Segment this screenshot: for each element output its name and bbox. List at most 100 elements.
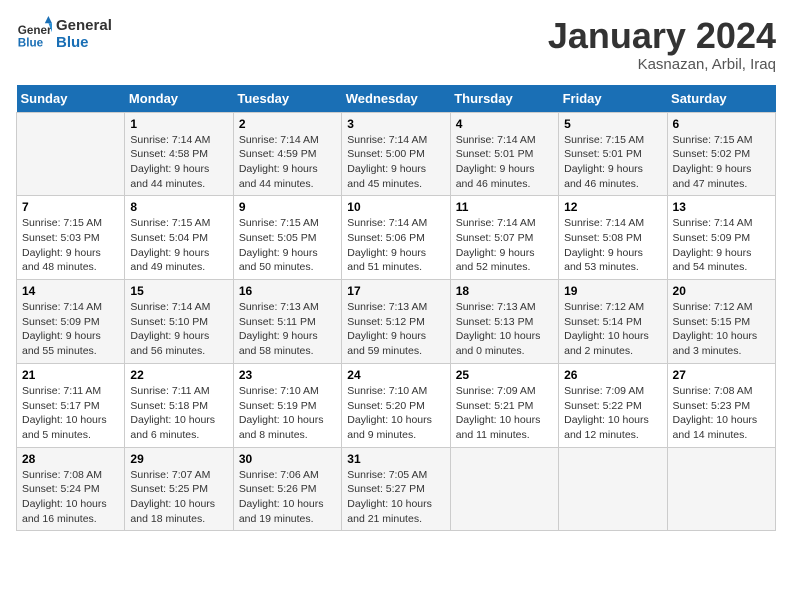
calendar-cell	[450, 447, 558, 531]
calendar-cell	[667, 447, 775, 531]
day-number: 12	[564, 200, 661, 214]
calendar-cell: 8 Sunrise: 7:15 AMSunset: 5:04 PMDaylight…	[125, 196, 233, 280]
calendar-row: 21Sunrise: 7:11 AMSunset: 5:17 PMDayligh…	[17, 363, 776, 447]
calendar-cell: 12 Sunrise: 7:14 AMSunset: 5:08 PMDayligh…	[559, 196, 667, 280]
day-info: Sunrise: 7:13 AMSunset: 5:13 PMDaylight:…	[456, 300, 553, 359]
day-info: Sunrise: 7:15 AMSunset: 5:03 PMDaylight:…	[22, 216, 119, 275]
day-number: 26	[564, 368, 661, 382]
calendar-row: 28 Sunrise: 7:08 AMSunset: 5:24 PMDayligh…	[17, 447, 776, 531]
day-info: Sunrise: 7:15 AMSunset: 5:05 PMDaylight:…	[239, 216, 336, 275]
weekday-header: Tuesday	[233, 85, 341, 113]
calendar-cell	[559, 447, 667, 531]
day-number: 10	[347, 200, 444, 214]
calendar-cell: 17 Sunrise: 7:13 AMSunset: 5:12 PMDayligh…	[342, 280, 450, 364]
day-info: Sunrise: 7:06 AMSunset: 5:26 PMDaylight:…	[239, 468, 336, 527]
day-info: Sunrise: 7:14 AMSunset: 5:08 PMDaylight:…	[564, 216, 661, 275]
day-info: Sunrise: 7:12 AMSunset: 5:15 PMDaylight:…	[673, 300, 770, 359]
day-number: 2	[239, 117, 336, 131]
day-info: Sunrise: 7:13 AMSunset: 5:11 PMDaylight:…	[239, 300, 336, 359]
calendar-table: SundayMondayTuesdayWednesdayThursdayFrid…	[16, 85, 776, 532]
calendar-cell: 1 Sunrise: 7:14 AMSunset: 4:58 PMDaylight…	[125, 112, 233, 196]
day-number: 6	[673, 117, 770, 131]
day-number: 18	[456, 284, 553, 298]
calendar-cell: 10 Sunrise: 7:14 AMSunset: 5:06 PMDayligh…	[342, 196, 450, 280]
calendar-cell: 29 Sunrise: 7:07 AMSunset: 5:25 PMDayligh…	[125, 447, 233, 531]
day-number: 8	[130, 200, 227, 214]
calendar-cell	[17, 112, 125, 196]
day-info: Sunrise: 7:08 AMSunset: 5:23 PMDaylight:…	[673, 384, 770, 443]
calendar-cell: 14Sunrise: 7:14 AMSunset: 5:09 PMDayligh…	[17, 280, 125, 364]
day-info: Sunrise: 7:10 AMSunset: 5:20 PMDaylight:…	[347, 384, 444, 443]
day-info: Sunrise: 7:11 AMSunset: 5:18 PMDaylight:…	[130, 384, 227, 443]
day-number: 27	[673, 368, 770, 382]
calendar-cell: 4 Sunrise: 7:14 AMSunset: 5:01 PMDaylight…	[450, 112, 558, 196]
day-number: 30	[239, 452, 336, 466]
day-info: Sunrise: 7:13 AMSunset: 5:12 PMDaylight:…	[347, 300, 444, 359]
calendar-cell: 22 Sunrise: 7:11 AMSunset: 5:18 PMDayligh…	[125, 363, 233, 447]
calendar-cell: 23Sunrise: 7:10 AMSunset: 5:19 PMDayligh…	[233, 363, 341, 447]
logo-line2: Blue	[56, 34, 112, 51]
day-info: Sunrise: 7:05 AMSunset: 5:27 PMDaylight:…	[347, 468, 444, 527]
calendar-cell: 11 Sunrise: 7:14 AMSunset: 5:07 PMDayligh…	[450, 196, 558, 280]
day-number: 14	[22, 284, 119, 298]
calendar-cell: 15 Sunrise: 7:14 AMSunset: 5:10 PMDayligh…	[125, 280, 233, 364]
calendar-cell: 28 Sunrise: 7:08 AMSunset: 5:24 PMDayligh…	[17, 447, 125, 531]
page-header: General Blue General Blue January 2024 K…	[16, 16, 776, 73]
day-info: Sunrise: 7:14 AMSunset: 5:09 PMDaylight:…	[673, 216, 770, 275]
day-info: Sunrise: 7:15 AMSunset: 5:02 PMDaylight:…	[673, 133, 770, 192]
weekday-header: Friday	[559, 85, 667, 113]
day-number: 19	[564, 284, 661, 298]
calendar-row: 1 Sunrise: 7:14 AMSunset: 4:58 PMDaylight…	[17, 112, 776, 196]
day-info: Sunrise: 7:14 AMSunset: 5:01 PMDaylight:…	[456, 133, 553, 192]
calendar-cell: 25Sunrise: 7:09 AMSunset: 5:21 PMDayligh…	[450, 363, 558, 447]
svg-text:Blue: Blue	[18, 37, 44, 50]
day-number: 31	[347, 452, 444, 466]
day-info: Sunrise: 7:14 AMSunset: 5:10 PMDaylight:…	[130, 300, 227, 359]
title-area: January 2024 Kasnazan, Arbil, Iraq	[548, 16, 776, 73]
day-number: 21	[22, 368, 119, 382]
day-number: 9	[239, 200, 336, 214]
day-number: 13	[673, 200, 770, 214]
day-info: Sunrise: 7:08 AMSunset: 5:24 PMDaylight:…	[22, 468, 119, 527]
day-info: Sunrise: 7:14 AMSunset: 5:07 PMDaylight:…	[456, 216, 553, 275]
day-info: Sunrise: 7:12 AMSunset: 5:14 PMDaylight:…	[564, 300, 661, 359]
day-number: 11	[456, 200, 553, 214]
calendar-cell: 7 Sunrise: 7:15 AMSunset: 5:03 PMDaylight…	[17, 196, 125, 280]
weekday-header: Saturday	[667, 85, 775, 113]
day-number: 5	[564, 117, 661, 131]
day-number: 1	[130, 117, 227, 131]
day-info: Sunrise: 7:14 AMSunset: 4:58 PMDaylight:…	[130, 133, 227, 192]
location-subtitle: Kasnazan, Arbil, Iraq	[548, 56, 776, 73]
calendar-cell: 18 Sunrise: 7:13 AMSunset: 5:13 PMDayligh…	[450, 280, 558, 364]
header-row: SundayMondayTuesdayWednesdayThursdayFrid…	[17, 85, 776, 113]
calendar-cell: 3Sunrise: 7:14 AMSunset: 5:00 PMDaylight…	[342, 112, 450, 196]
calendar-cell: 6 Sunrise: 7:15 AMSunset: 5:02 PMDaylight…	[667, 112, 775, 196]
weekday-header: Monday	[125, 85, 233, 113]
day-number: 15	[130, 284, 227, 298]
calendar-cell: 2Sunrise: 7:14 AMSunset: 4:59 PMDaylight…	[233, 112, 341, 196]
day-info: Sunrise: 7:09 AMSunset: 5:22 PMDaylight:…	[564, 384, 661, 443]
day-info: Sunrise: 7:15 AMSunset: 5:04 PMDaylight:…	[130, 216, 227, 275]
day-number: 29	[130, 452, 227, 466]
day-number: 16	[239, 284, 336, 298]
calendar-body: 1 Sunrise: 7:14 AMSunset: 4:58 PMDaylight…	[17, 112, 776, 531]
calendar-row: 14Sunrise: 7:14 AMSunset: 5:09 PMDayligh…	[17, 280, 776, 364]
calendar-cell: 30 Sunrise: 7:06 AMSunset: 5:26 PMDayligh…	[233, 447, 341, 531]
calendar-cell: 31 Sunrise: 7:05 AMSunset: 5:27 PMDayligh…	[342, 447, 450, 531]
calendar-cell: 26 Sunrise: 7:09 AMSunset: 5:22 PMDayligh…	[559, 363, 667, 447]
calendar-cell: 24Sunrise: 7:10 AMSunset: 5:20 PMDayligh…	[342, 363, 450, 447]
logo-icon: General Blue	[16, 16, 52, 52]
weekday-header: Sunday	[17, 85, 125, 113]
day-number: 22	[130, 368, 227, 382]
month-title: January 2024	[548, 16, 776, 56]
day-info: Sunrise: 7:14 AMSunset: 5:06 PMDaylight:…	[347, 216, 444, 275]
day-number: 4	[456, 117, 553, 131]
calendar-cell: 27 Sunrise: 7:08 AMSunset: 5:23 PMDayligh…	[667, 363, 775, 447]
calendar-cell: 21Sunrise: 7:11 AMSunset: 5:17 PMDayligh…	[17, 363, 125, 447]
day-info: Sunrise: 7:07 AMSunset: 5:25 PMDaylight:…	[130, 468, 227, 527]
calendar-header: SundayMondayTuesdayWednesdayThursdayFrid…	[17, 85, 776, 113]
calendar-cell: 9 Sunrise: 7:15 AMSunset: 5:05 PMDaylight…	[233, 196, 341, 280]
day-number: 28	[22, 452, 119, 466]
day-number: 7	[22, 200, 119, 214]
day-number: 17	[347, 284, 444, 298]
